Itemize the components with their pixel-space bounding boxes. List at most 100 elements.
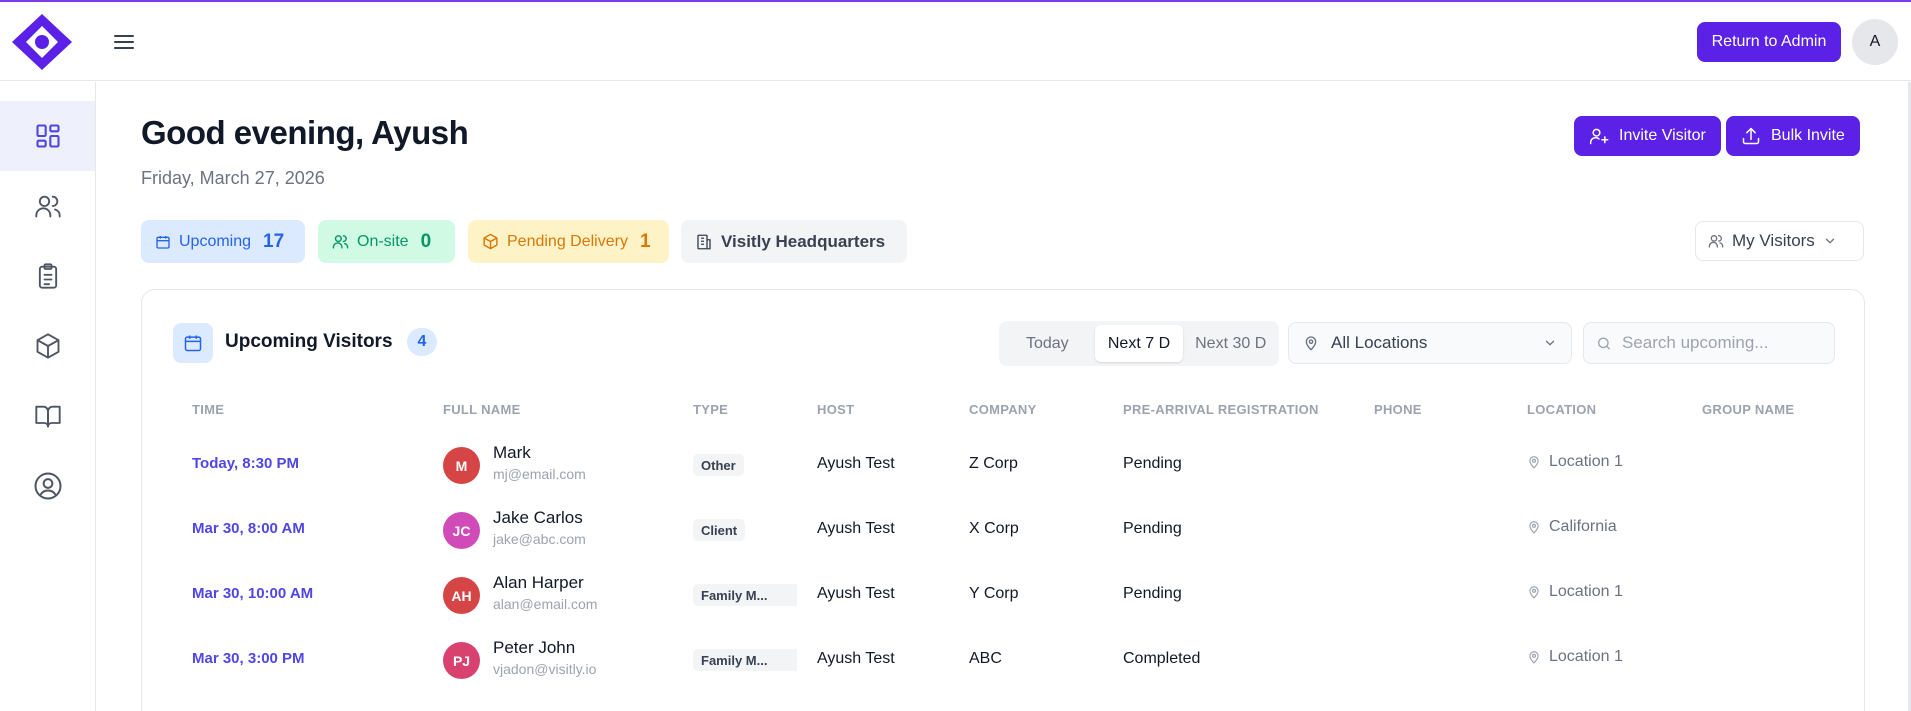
clipboard-icon (38, 263, 57, 289)
dashboard-icon (35, 124, 60, 148)
current-date: Friday, March 27, 2026 (141, 168, 325, 188)
map-pin-icon (1529, 456, 1539, 469)
row-host: Ayush Test (817, 520, 895, 537)
row-time: Mar 30, 10:00 AM (192, 585, 314, 602)
row-time: Mar 30, 3:00 PM (192, 650, 305, 667)
sidebar-item-docs[interactable] (0, 381, 95, 451)
pending-delivery-count: 1 (639, 230, 651, 252)
building-icon (697, 234, 711, 249)
range-next-7-days-button[interactable]: Next 7 D (1094, 325, 1184, 362)
onsite-stat-chip[interactable]: On-site 0 (318, 220, 455, 263)
table-row[interactable]: Mar 30, 8:00 AM JC Jake Carlos jake@abc.… (142, 496, 1864, 561)
row-location: California (1527, 518, 1617, 536)
sidebar-item-visitors[interactable] (0, 171, 95, 241)
bulk-invite-button[interactable]: Bulk Invite (1726, 116, 1860, 156)
sidebar-item-profile[interactable] (0, 451, 95, 521)
visitor-filter-dropdown[interactable]: My Visitors (1695, 221, 1864, 261)
sidebar-item-dashboard[interactable] (0, 101, 95, 171)
chevron-down-icon (1825, 238, 1834, 244)
app-logo[interactable] (10, 12, 74, 72)
invite-visitor-label: Invite Visitor (1619, 127, 1706, 144)
return-to-admin-button[interactable]: Return to Admin (1697, 22, 1841, 62)
invite-visitor-button[interactable]: Invite Visitor (1574, 116, 1721, 156)
package-icon (483, 233, 498, 250)
map-pin-icon (1305, 336, 1317, 351)
visitor-type-badge: Client (693, 519, 746, 541)
row-host: Ayush Test (817, 585, 895, 602)
row-location-label: Location 1 (1549, 648, 1623, 665)
upcoming-stat-chip[interactable]: Upcoming 17 (141, 220, 305, 263)
upload-icon (1742, 127, 1760, 145)
visitor-email: vjadon@visitly.io (493, 661, 597, 677)
avatar: AH (443, 577, 480, 614)
search-input[interactable] (1622, 333, 1822, 353)
column-header-phone: PHONE (1374, 402, 1422, 417)
users-icon (332, 235, 349, 249)
map-pin-icon (1529, 521, 1539, 534)
pending-delivery-stat-chip[interactable]: Pending Delivery 1 (468, 220, 669, 263)
location-select[interactable]: All Locations (1288, 322, 1572, 364)
site-name: Visitly Headquarters (721, 231, 886, 251)
chevron-down-icon (1545, 340, 1555, 346)
card-count-badge: 4 (407, 328, 437, 356)
row-pre-arrival-status: Pending (1123, 585, 1182, 602)
hamburger-menu-icon[interactable] (110, 28, 138, 56)
row-location: Location 1 (1527, 648, 1623, 666)
users-icon (1708, 235, 1724, 248)
onsite-label: On-site (357, 232, 409, 250)
table-row[interactable]: Mar 30, 3:00 PM PJ Peter John vjadon@vis… (142, 626, 1864, 691)
sidebar-item-deliveries[interactable] (0, 311, 95, 381)
row-location-label: Location 1 (1549, 583, 1623, 600)
onsite-count: 0 (420, 230, 432, 252)
sidebar-item-logs[interactable] (0, 241, 95, 311)
column-header-full-name: FULL NAME (443, 402, 521, 417)
column-header-group-name: GROUP NAME (1702, 402, 1795, 417)
table-row[interactable]: Today, 8:30 PM M Mark mj@email.com Other… (142, 431, 1864, 496)
top-header: Return to Admin A (0, 2, 1911, 81)
row-company: ABC (969, 650, 1002, 667)
visitor-filter-value: My Visitors (1732, 231, 1815, 250)
search-icon (1598, 337, 1610, 349)
row-company: X Corp (969, 520, 1019, 537)
book-icon (34, 405, 61, 428)
upcoming-label: Upcoming (179, 232, 252, 250)
column-header-type: TYPE (693, 402, 729, 417)
visitor-name: Mark (493, 443, 531, 462)
row-location-label: California (1549, 518, 1617, 535)
visitor-email: alan@email.com (493, 596, 598, 612)
avatar: PJ (443, 642, 480, 679)
row-host: Ayush Test (817, 455, 895, 472)
visitor-name: Alan Harper (493, 573, 584, 592)
user-circle-icon (34, 472, 61, 500)
row-location: Location 1 (1527, 583, 1623, 601)
users-icon (34, 195, 61, 218)
avatar: JC (443, 512, 480, 549)
upcoming-visitors-card: Upcoming Visitors 4 Today Next 7 D Next … (141, 289, 1865, 711)
upcoming-count: 17 (263, 230, 285, 252)
range-today-button[interactable]: Today (1003, 325, 1092, 362)
visitor-type-badge: Other (693, 454, 744, 476)
calendar-icon (156, 235, 170, 249)
visitor-name: Jake Carlos (493, 508, 583, 527)
map-pin-icon (1529, 586, 1539, 599)
row-time: Today, 8:30 PM (192, 455, 299, 472)
table-row[interactable]: Mar 30, 10:00 AM AH Alan Harper alan@ema… (142, 561, 1864, 626)
row-location: Location 1 (1527, 453, 1623, 471)
package-icon (36, 333, 59, 359)
row-pre-arrival-status: Pending (1123, 455, 1182, 472)
search-field[interactable] (1583, 322, 1835, 364)
column-header-location: LOCATION (1527, 402, 1597, 417)
range-next-30-days-button[interactable]: Next 30 D (1186, 325, 1275, 362)
row-host: Ayush Test (817, 650, 895, 667)
visitor-email: mj@email.com (493, 466, 586, 482)
site-chip[interactable]: Visitly Headquarters (681, 220, 907, 263)
row-company: Y Corp (969, 585, 1019, 602)
sidebar (0, 82, 96, 711)
user-plus-icon (1589, 128, 1609, 145)
map-pin-icon (1529, 651, 1539, 664)
location-select-value: All Locations (1331, 333, 1428, 352)
row-company: Z Corp (969, 455, 1018, 472)
visitor-name: Peter John (493, 638, 576, 657)
user-avatar[interactable]: A (1852, 19, 1898, 65)
date-range-toggle: Today Next 7 D Next 30 D (999, 321, 1279, 366)
